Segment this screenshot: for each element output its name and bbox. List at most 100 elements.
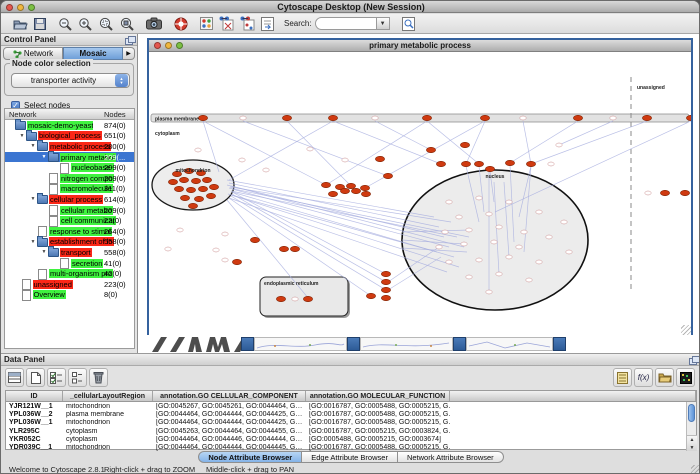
tree-item-primary-metabol[interactable]: ▼primary metabol209(... [5,152,134,163]
tab-node-attribute-browser[interactable]: Node Attribute Browser [198,451,302,463]
graph-node-selected-attribute[interactable] [686,115,691,120]
graph-node-unmatched[interactable] [486,290,492,294]
graph-node-selected-attribute[interactable] [351,188,360,193]
graph-node-unmatched[interactable] [195,148,201,152]
new-attribute-button[interactable] [26,368,45,387]
expand-arrow-icon[interactable]: ▼ [29,239,37,245]
graph-node-unmatched[interactable] [342,158,348,162]
expand-arrow-icon[interactable]: ▼ [40,249,48,255]
tree-item-cellular-metabo[interactable]: cellular metabo209(0) [5,205,134,216]
background-window-fragment[interactable] [360,337,453,351]
tree-item-overview[interactable]: Overview8(0) [5,290,134,301]
graph-node-unmatched[interactable] [556,143,562,147]
table-row[interactable]: YPL036W__1mitochondrion[GO:0044464, GO:0… [6,419,696,427]
graph-node-selected-attribute[interactable] [383,173,392,178]
graph-node-unmatched[interactable] [521,230,527,234]
graph-node-unmatched[interactable] [536,260,542,264]
expand-arrow-icon[interactable]: ▼ [40,154,48,160]
table-row[interactable]: YPL036W__2plasma membrane[GO:0044464, GO… [6,410,696,418]
search-options-button[interactable] [402,16,415,32]
graph-node-unmatched[interactable] [446,260,452,264]
graph-node-unmatched[interactable] [442,230,448,234]
attribute-matrix-button[interactable] [676,368,695,387]
graph-node-unmatched[interactable] [506,200,512,204]
graph-node-unmatched[interactable] [476,258,482,262]
graph-node-selected-attribute[interactable] [290,246,299,251]
graph-node-selected-attribute[interactable] [436,161,445,166]
expand-arrow-icon[interactable]: ▼ [18,133,26,139]
graph-node-selected-attribute[interactable] [573,115,582,120]
formula-builder-button[interactable]: f(x) [634,368,653,387]
graph-node-unmatched[interactable] [177,228,183,232]
graph-node-selected-attribute[interactable] [474,161,483,166]
tab-edge-attribute-browser[interactable]: Edge Attribute Browser [302,451,398,463]
graph-node-selected-attribute[interactable] [279,246,288,251]
tree-item-cellular-process[interactable]: ▼cellular process614(0) [5,194,134,205]
column-header[interactable]: annotation.GO CELLULAR_COMPONENT [153,391,306,401]
background-window-fragment[interactable] [347,337,360,351]
graph-node-selected-attribute[interactable] [179,177,188,182]
graph-node-selected-attribute[interactable] [485,166,494,171]
tab-overflow-button[interactable]: ▶ [123,47,135,60]
graph-node-selected-attribute[interactable] [186,187,195,192]
tree-item-nitrogen-compo[interactable]: nitrogen compo209(0) [5,173,134,184]
save-session-button[interactable] [34,16,46,32]
graph-node-unmatched[interactable] [456,215,462,219]
graph-node-unmatched[interactable] [526,278,532,282]
network-snapshot-button[interactable] [146,16,162,32]
vizmapper-button[interactable] [200,16,213,32]
graph-node-selected-attribute[interactable] [321,182,330,187]
expand-arrow-icon[interactable]: ▼ [29,196,37,202]
table-row[interactable]: YKR052Ccytoplasm[GO:0044464, GO:0044446,… [6,435,696,443]
graph-node-selected-attribute[interactable] [375,156,384,161]
graph-node-selected-attribute[interactable] [361,191,370,196]
tree-item-cell-communicat[interactable]: cell communicat22(0) [5,215,134,226]
graph-node-unmatched[interactable] [436,245,442,249]
graph-node-selected-attribute[interactable] [526,161,535,166]
graph-node-unmatched[interactable] [561,220,567,224]
graph-node-selected-attribute[interactable] [198,186,207,191]
background-window-fragment[interactable] [241,337,254,351]
graph-node-unmatched[interactable] [239,158,245,162]
graph-node-selected-attribute[interactable] [250,237,259,242]
graph-node-selected-attribute[interactable] [180,195,189,200]
color-attribute-dropdown[interactable]: transporter activity ▲▼ [11,73,130,88]
graph-node-selected-attribute[interactable] [642,115,651,120]
tree-item-biological-process[interactable]: ▼biological_process651(0) [5,131,134,142]
graph-node-unmatched[interactable] [307,147,313,151]
tree-item-macromolecule[interactable]: macromolecule311(0) [5,184,134,195]
network-window-titlebar[interactable]: primary metabolic process [149,40,691,52]
graph-node-selected-attribute[interactable] [422,115,431,120]
open-session-button[interactable] [13,16,28,32]
column-header[interactable]: _cellularLayoutRegion [63,391,153,401]
graph-node-unmatched[interactable] [222,258,228,262]
graph-node-selected-attribute[interactable] [209,184,218,189]
graph-node-selected-attribute[interactable] [188,203,197,208]
graph-node-unmatched[interactable] [496,272,502,276]
select-attributes-button[interactable] [47,368,66,387]
graph-node-selected-attribute[interactable] [346,183,355,188]
zoom-in-button[interactable] [78,16,92,32]
tree-item-multi-organism-pro[interactable]: multi-organism pro42(0) [5,268,134,279]
attribute-table-button[interactable] [5,368,24,387]
float-panel-icon[interactable] [689,356,698,364]
graph-node-selected-attribute[interactable] [282,115,291,120]
graph-node-selected-attribute[interactable] [381,271,390,276]
graph-node-selected-attribute[interactable] [426,147,435,152]
graph-node-selected-attribute[interactable] [232,259,241,264]
graph-node-unmatched[interactable] [165,247,171,251]
graph-node-selected-attribute[interactable] [360,185,369,190]
graph-node-unmatched[interactable] [213,248,219,252]
graph-node-unmatched[interactable] [645,191,651,195]
graph-node-selected-attribute[interactable] [198,115,207,120]
graph-node-selected-attribute[interactable] [276,296,285,301]
graph-node-unmatched[interactable] [491,240,497,244]
background-window-fragment[interactable] [553,337,566,351]
tree-item-unassigned[interactable]: unassigned223(0) [5,279,134,290]
graph-node-selected-attribute[interactable] [381,287,390,292]
graph-node-unmatched[interactable] [240,116,246,120]
table-row[interactable]: YJR121W__1mitochondrion[GO:0045267, GO:0… [6,402,696,410]
graph-node-unmatched[interactable] [461,242,467,246]
graph-node-selected-attribute[interactable] [174,186,183,191]
graph-node-selected-attribute[interactable] [328,191,337,196]
